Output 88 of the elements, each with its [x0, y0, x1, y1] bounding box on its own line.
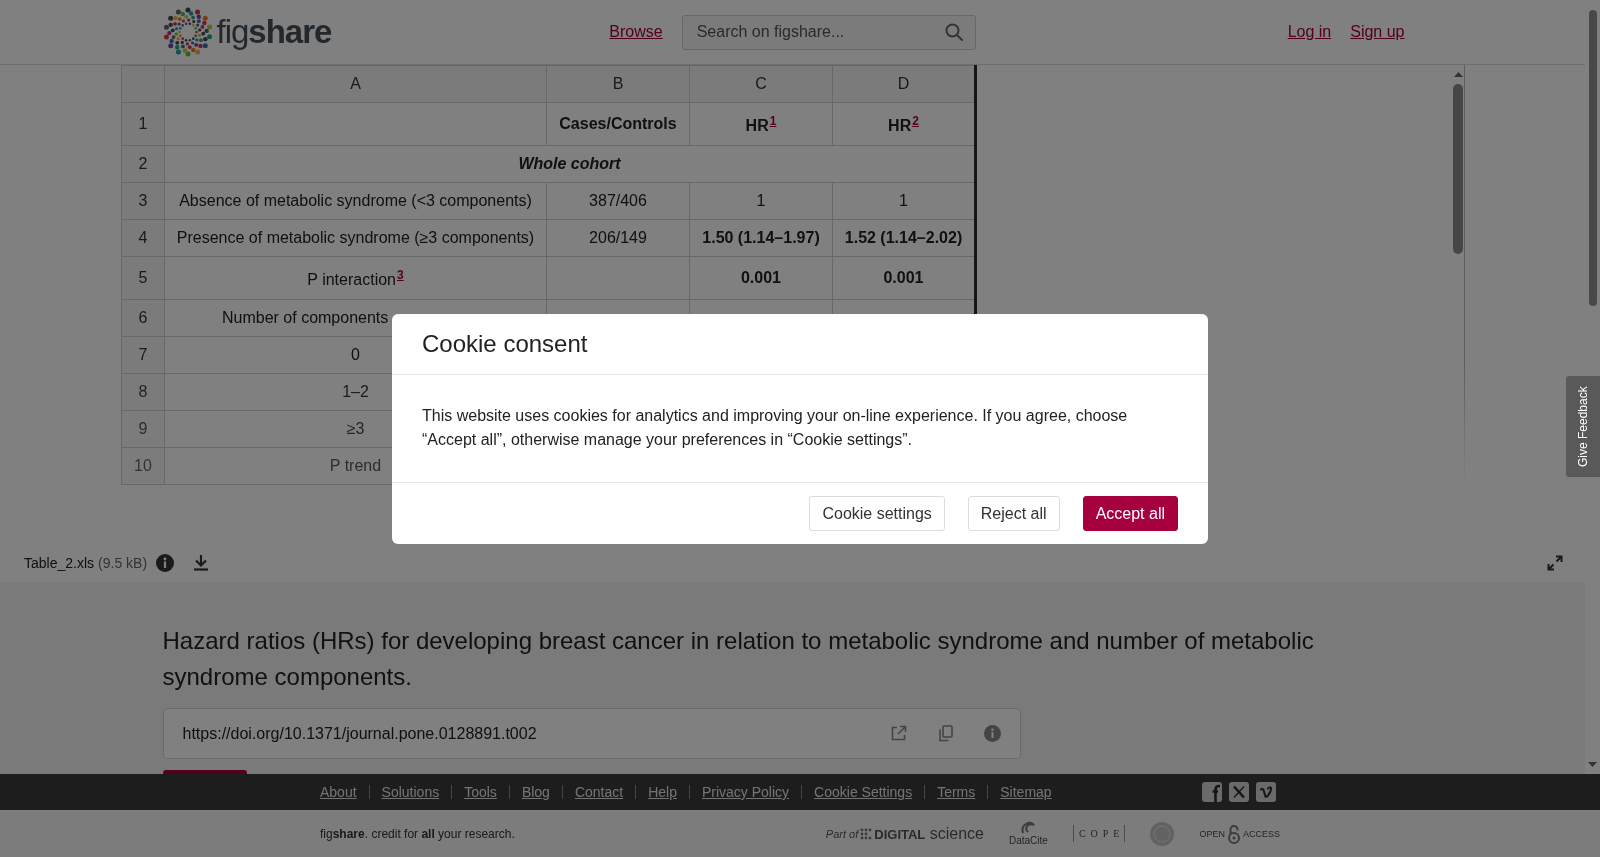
info-icon[interactable] — [156, 553, 175, 572]
seal-icon — [1150, 821, 1175, 846]
file-size: (9.5 kB) — [98, 554, 148, 571]
cell-text: 1 — [899, 192, 908, 209]
row-number: 4 — [121, 219, 165, 257]
cell-text: 387/406 — [589, 192, 647, 209]
item-title: Hazard ratios (HRs) for developing breast cancer in relation to metabolic syndrome and number of metabolic syndrome components. — [162, 626, 1315, 692]
partner-caption: Part of — [825, 827, 859, 840]
logo-wordmark[interactable]: figshare — [216, 12, 332, 52]
footer-link[interactable]: Solutions — [381, 784, 440, 800]
cell-text: 0.001 — [740, 269, 781, 286]
download-icon[interactable] — [193, 554, 210, 571]
facebook-icon[interactable] — [1202, 782, 1222, 802]
cell-text: Cases/Controls — [559, 115, 677, 132]
cell-text: HR — [745, 116, 769, 134]
cell-text: ≥3 — [346, 420, 365, 437]
footer-link[interactable]: Cookie Settings — [814, 784, 913, 800]
cell-text: 0.001 — [883, 269, 924, 286]
footnote-link[interactable]: 3 — [397, 267, 404, 282]
cell-text: Whole cohort — [518, 155, 621, 172]
dot-grid-icon — [860, 827, 873, 840]
footer-link[interactable]: Sitemap — [1000, 784, 1052, 800]
cell-text: Number of components — [222, 309, 389, 326]
partner-name: COPE — [1072, 825, 1126, 842]
padlock-icon — [1227, 823, 1241, 844]
row-number: 10 — [121, 447, 165, 485]
footer-link[interactable]: Blog — [521, 784, 550, 800]
secondary-button[interactable]: Reject all — [967, 496, 1060, 531]
cell-text: Absence of metabolic syndrome (<3 components) — [179, 192, 532, 209]
expand-icon[interactable] — [1547, 554, 1563, 571]
row-number: 1 — [121, 102, 165, 146]
search-field[interactable]: Search on figshare... — [681, 14, 976, 50]
footer-link[interactable]: Privacy Policy — [701, 784, 790, 800]
cell-text: 1 — [756, 192, 766, 209]
dialog-message: This website uses cookies for analytics and improving your on-line experience. If you agree, choose “Accept all”, otherwise manage your preferences in “Cookie settings”. — [422, 406, 1129, 450]
cell-text: 1–2 — [342, 383, 369, 400]
primary-button[interactable]: Accept all — [1082, 496, 1178, 531]
row-number: 2 — [121, 145, 165, 183]
account-link[interactable]: Sign up — [1350, 22, 1405, 42]
cell-text: HR — [888, 116, 912, 134]
partner-name: DataCite — [1009, 835, 1048, 846]
cell-text: 0 — [351, 346, 360, 363]
scroll-up-arrow-icon[interactable] — [1453, 72, 1463, 77]
footnote-link[interactable]: 1 — [769, 113, 777, 128]
footer-tagline: figshare. credit for all your research. — [320, 826, 515, 841]
footer-link[interactable]: About — [320, 784, 357, 800]
column-header: D — [832, 65, 976, 103]
external-link-icon[interactable] — [889, 725, 907, 742]
x-logo-icon[interactable] — [1229, 782, 1249, 802]
vimeo-icon[interactable] — [1256, 782, 1276, 802]
row-number: 9 — [121, 410, 165, 448]
row-number: 5 — [121, 256, 165, 300]
row-number: 8 — [121, 373, 165, 411]
cell-text: 206/149 — [589, 229, 647, 246]
footer-link[interactable]: Terms — [937, 784, 976, 800]
info-icon[interactable] — [983, 725, 1001, 742]
account-link[interactable]: Log in — [1287, 22, 1332, 42]
partner-name: DIGITAL science — [874, 824, 984, 843]
dialog-title: Cookie consent — [422, 329, 588, 359]
scrollbar-thumb[interactable] — [1453, 84, 1463, 254]
row-number: 7 — [121, 336, 165, 374]
footnote-link[interactable]: 2 — [912, 113, 919, 128]
row-number: 3 — [121, 182, 165, 220]
cell-text: P trend — [329, 457, 382, 474]
scrollbar-thumb[interactable] — [1588, 10, 1597, 306]
row-number: 6 — [121, 299, 165, 337]
footer-link[interactable]: Help — [648, 784, 677, 800]
swirl-icon — [1020, 821, 1037, 835]
footer-link[interactable]: Tools — [464, 784, 497, 800]
column-header: A — [164, 65, 547, 103]
column-header: C — [689, 65, 833, 103]
cell-text: 1.52 (1.14–2.02) — [844, 229, 963, 246]
cell-text: Presence of metabolic syndrome (≥3 components) — [176, 229, 535, 246]
search-icon[interactable] — [944, 22, 963, 41]
column-header: B — [546, 65, 690, 103]
cell-text: 1.50 (1.14–1.97) — [702, 229, 820, 246]
copy-icon[interactable] — [937, 725, 953, 742]
feedback-tab[interactable]: Give Feedback — [1566, 376, 1600, 477]
cell-text: P interaction — [307, 270, 396, 288]
dot-spiral-logo-icon[interactable] — [162, 7, 213, 57]
file-name: Table_2.xls — [24, 554, 95, 571]
browse-link[interactable]: Browse — [609, 22, 663, 42]
doi-text: https://doi.org/10.1371/journal.pone.0128891.t002 — [182, 724, 538, 743]
scroll-down-arrow-icon[interactable] — [1588, 762, 1597, 767]
secondary-button[interactable]: Cookie settings — [809, 496, 945, 531]
footer-link[interactable]: Contact — [574, 784, 624, 800]
partner-name: ACCESS — [1243, 828, 1280, 839]
partner-name: OPEN — [1199, 828, 1225, 839]
